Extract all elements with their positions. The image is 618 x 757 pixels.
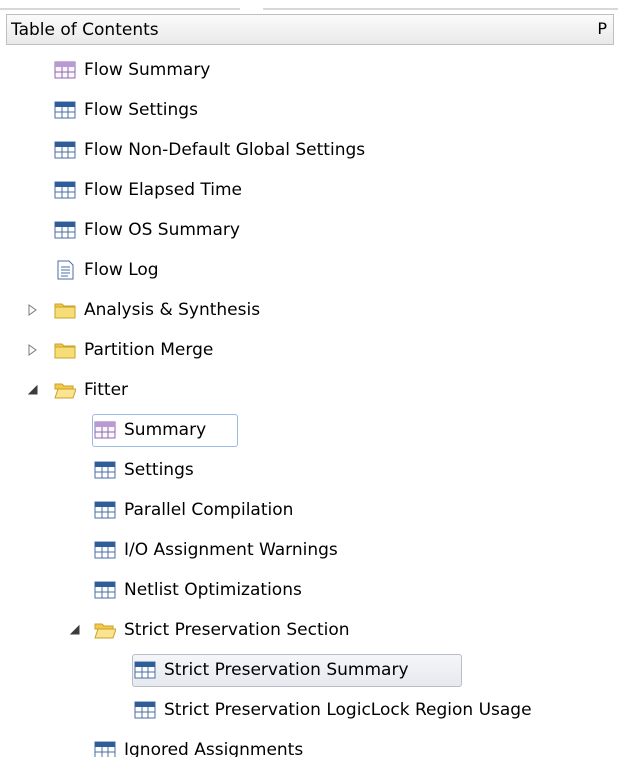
table-icon — [54, 180, 76, 200]
tree-row[interactable]: Analysis & Synthesis — [0, 292, 618, 328]
table-icon — [54, 140, 76, 160]
tree-row[interactable]: Strict Preservation Summary — [0, 652, 618, 688]
tree-item[interactable]: Flow Log — [54, 252, 159, 288]
expand-arrow-icon[interactable] — [26, 303, 40, 317]
table-icon — [94, 460, 116, 480]
tree-row[interactable]: Settings — [0, 452, 618, 488]
tree-item-label: Strict Preservation LogicLock Region Usa… — [164, 700, 532, 720]
tree-item-label: Strict Preservation Summary — [164, 660, 409, 680]
tree-item-label: Ignored Assignments — [124, 740, 304, 757]
summary-table-icon — [94, 420, 116, 440]
tree-item[interactable]: Partition Merge — [54, 332, 213, 368]
tree-row[interactable]: Flow Settings — [0, 92, 618, 128]
tree-item-label: Strict Preservation Section — [124, 620, 350, 640]
tree-item[interactable]: I/O Assignment Warnings — [94, 532, 338, 568]
folder-icon — [54, 300, 76, 320]
tree-item[interactable]: Analysis & Synthesis — [54, 292, 260, 328]
expand-arrow-icon[interactable] — [26, 343, 40, 357]
tree-row[interactable]: Parallel Compilation — [0, 492, 618, 528]
tree-row[interactable]: Flow OS Summary — [0, 212, 618, 248]
tree-row[interactable]: Netlist Optimizations — [0, 572, 618, 608]
tree-item[interactable]: Settings — [94, 452, 194, 488]
tree-row[interactable]: Flow Elapsed Time — [0, 172, 618, 208]
tree-item[interactable]: Strict Preservation Section — [94, 612, 350, 648]
folder-icon — [54, 340, 76, 360]
table-icon — [94, 540, 116, 560]
tree-item[interactable]: Flow OS Summary — [54, 212, 240, 248]
folder-open-icon — [54, 380, 77, 400]
tree-item-label: Fitter — [84, 380, 129, 400]
tree-item-label: Flow Elapsed Time — [84, 180, 242, 200]
table-icon — [94, 500, 116, 520]
pin-icon[interactable]: Ρ — [597, 19, 607, 38]
tree-row[interactable]: I/O Assignment Warnings — [0, 532, 618, 568]
table-icon — [54, 220, 76, 240]
table-icon — [94, 580, 116, 600]
tree-row[interactable]: Flow Non-Default Global Settings — [0, 132, 618, 168]
tree-item[interactable]: Flow Settings — [54, 92, 198, 128]
tree-item[interactable]: Summary — [94, 412, 206, 448]
tree-item[interactable]: Strict Preservation LogicLock Region Usa… — [134, 692, 532, 728]
tree-item[interactable]: Ignored Assignments — [94, 732, 303, 757]
tree-item-label: Settings — [124, 460, 194, 480]
tree-row[interactable]: Partition Merge — [0, 332, 618, 368]
tree-row[interactable]: Ignored Assignments — [0, 732, 618, 757]
tree-item[interactable]: Netlist Optimizations — [94, 572, 302, 608]
tree-item-label: Flow Settings — [84, 100, 198, 120]
tree-row[interactable]: Fitter — [0, 372, 618, 408]
folder-open-icon — [94, 620, 117, 640]
table-icon — [134, 660, 156, 680]
collapse-arrow-icon[interactable] — [68, 623, 82, 637]
summary-table-icon — [54, 60, 76, 80]
tree-row[interactable]: Flow Log — [0, 252, 618, 288]
tree-row[interactable]: Strict Preservation LogicLock Region Usa… — [0, 692, 618, 728]
tree-item-label: Netlist Optimizations — [124, 580, 302, 600]
tree-item[interactable]: Flow Elapsed Time — [54, 172, 242, 208]
tree-item-label: Flow Summary — [84, 60, 211, 80]
tree-item[interactable]: Flow Non-Default Global Settings — [54, 132, 365, 168]
collapse-arrow-icon[interactable] — [26, 383, 40, 397]
tree-item-label: Flow Non-Default Global Settings — [84, 140, 366, 160]
table-of-contents-tree[interactable]: Flow Summary Flow Settings Flow Non-Defaul… — [0, 52, 618, 757]
tree-item[interactable]: Fitter — [54, 372, 128, 408]
panel-header: Table of Contents Ρ — [6, 14, 614, 45]
tree-row[interactable]: Summary — [0, 412, 618, 448]
tree-item-label: Parallel Compilation — [124, 500, 294, 520]
tree-item[interactable]: Strict Preservation Summary — [134, 652, 409, 688]
tree-item[interactable]: Flow Summary — [54, 52, 210, 88]
tree-row[interactable]: Strict Preservation Section — [0, 612, 618, 648]
tree-row[interactable]: Flow Summary — [0, 52, 618, 88]
table-icon — [54, 100, 76, 120]
top-border-line — [0, 8, 240, 10]
table-icon — [94, 740, 116, 757]
table-icon — [134, 700, 156, 720]
tree-item[interactable]: Parallel Compilation — [94, 492, 293, 528]
tree-item-label: I/O Assignment Warnings — [124, 540, 338, 560]
top-border-line — [263, 8, 618, 10]
tree-item-label: Flow OS Summary — [84, 220, 240, 240]
tree-item-label: Analysis & Synthesis — [84, 300, 261, 320]
document-icon — [54, 260, 76, 280]
tree-item-label: Summary — [124, 420, 207, 440]
panel-title: Table of Contents — [11, 20, 159, 40]
tree-item-label: Partition Merge — [84, 340, 214, 360]
tree-item-label: Flow Log — [84, 260, 159, 280]
